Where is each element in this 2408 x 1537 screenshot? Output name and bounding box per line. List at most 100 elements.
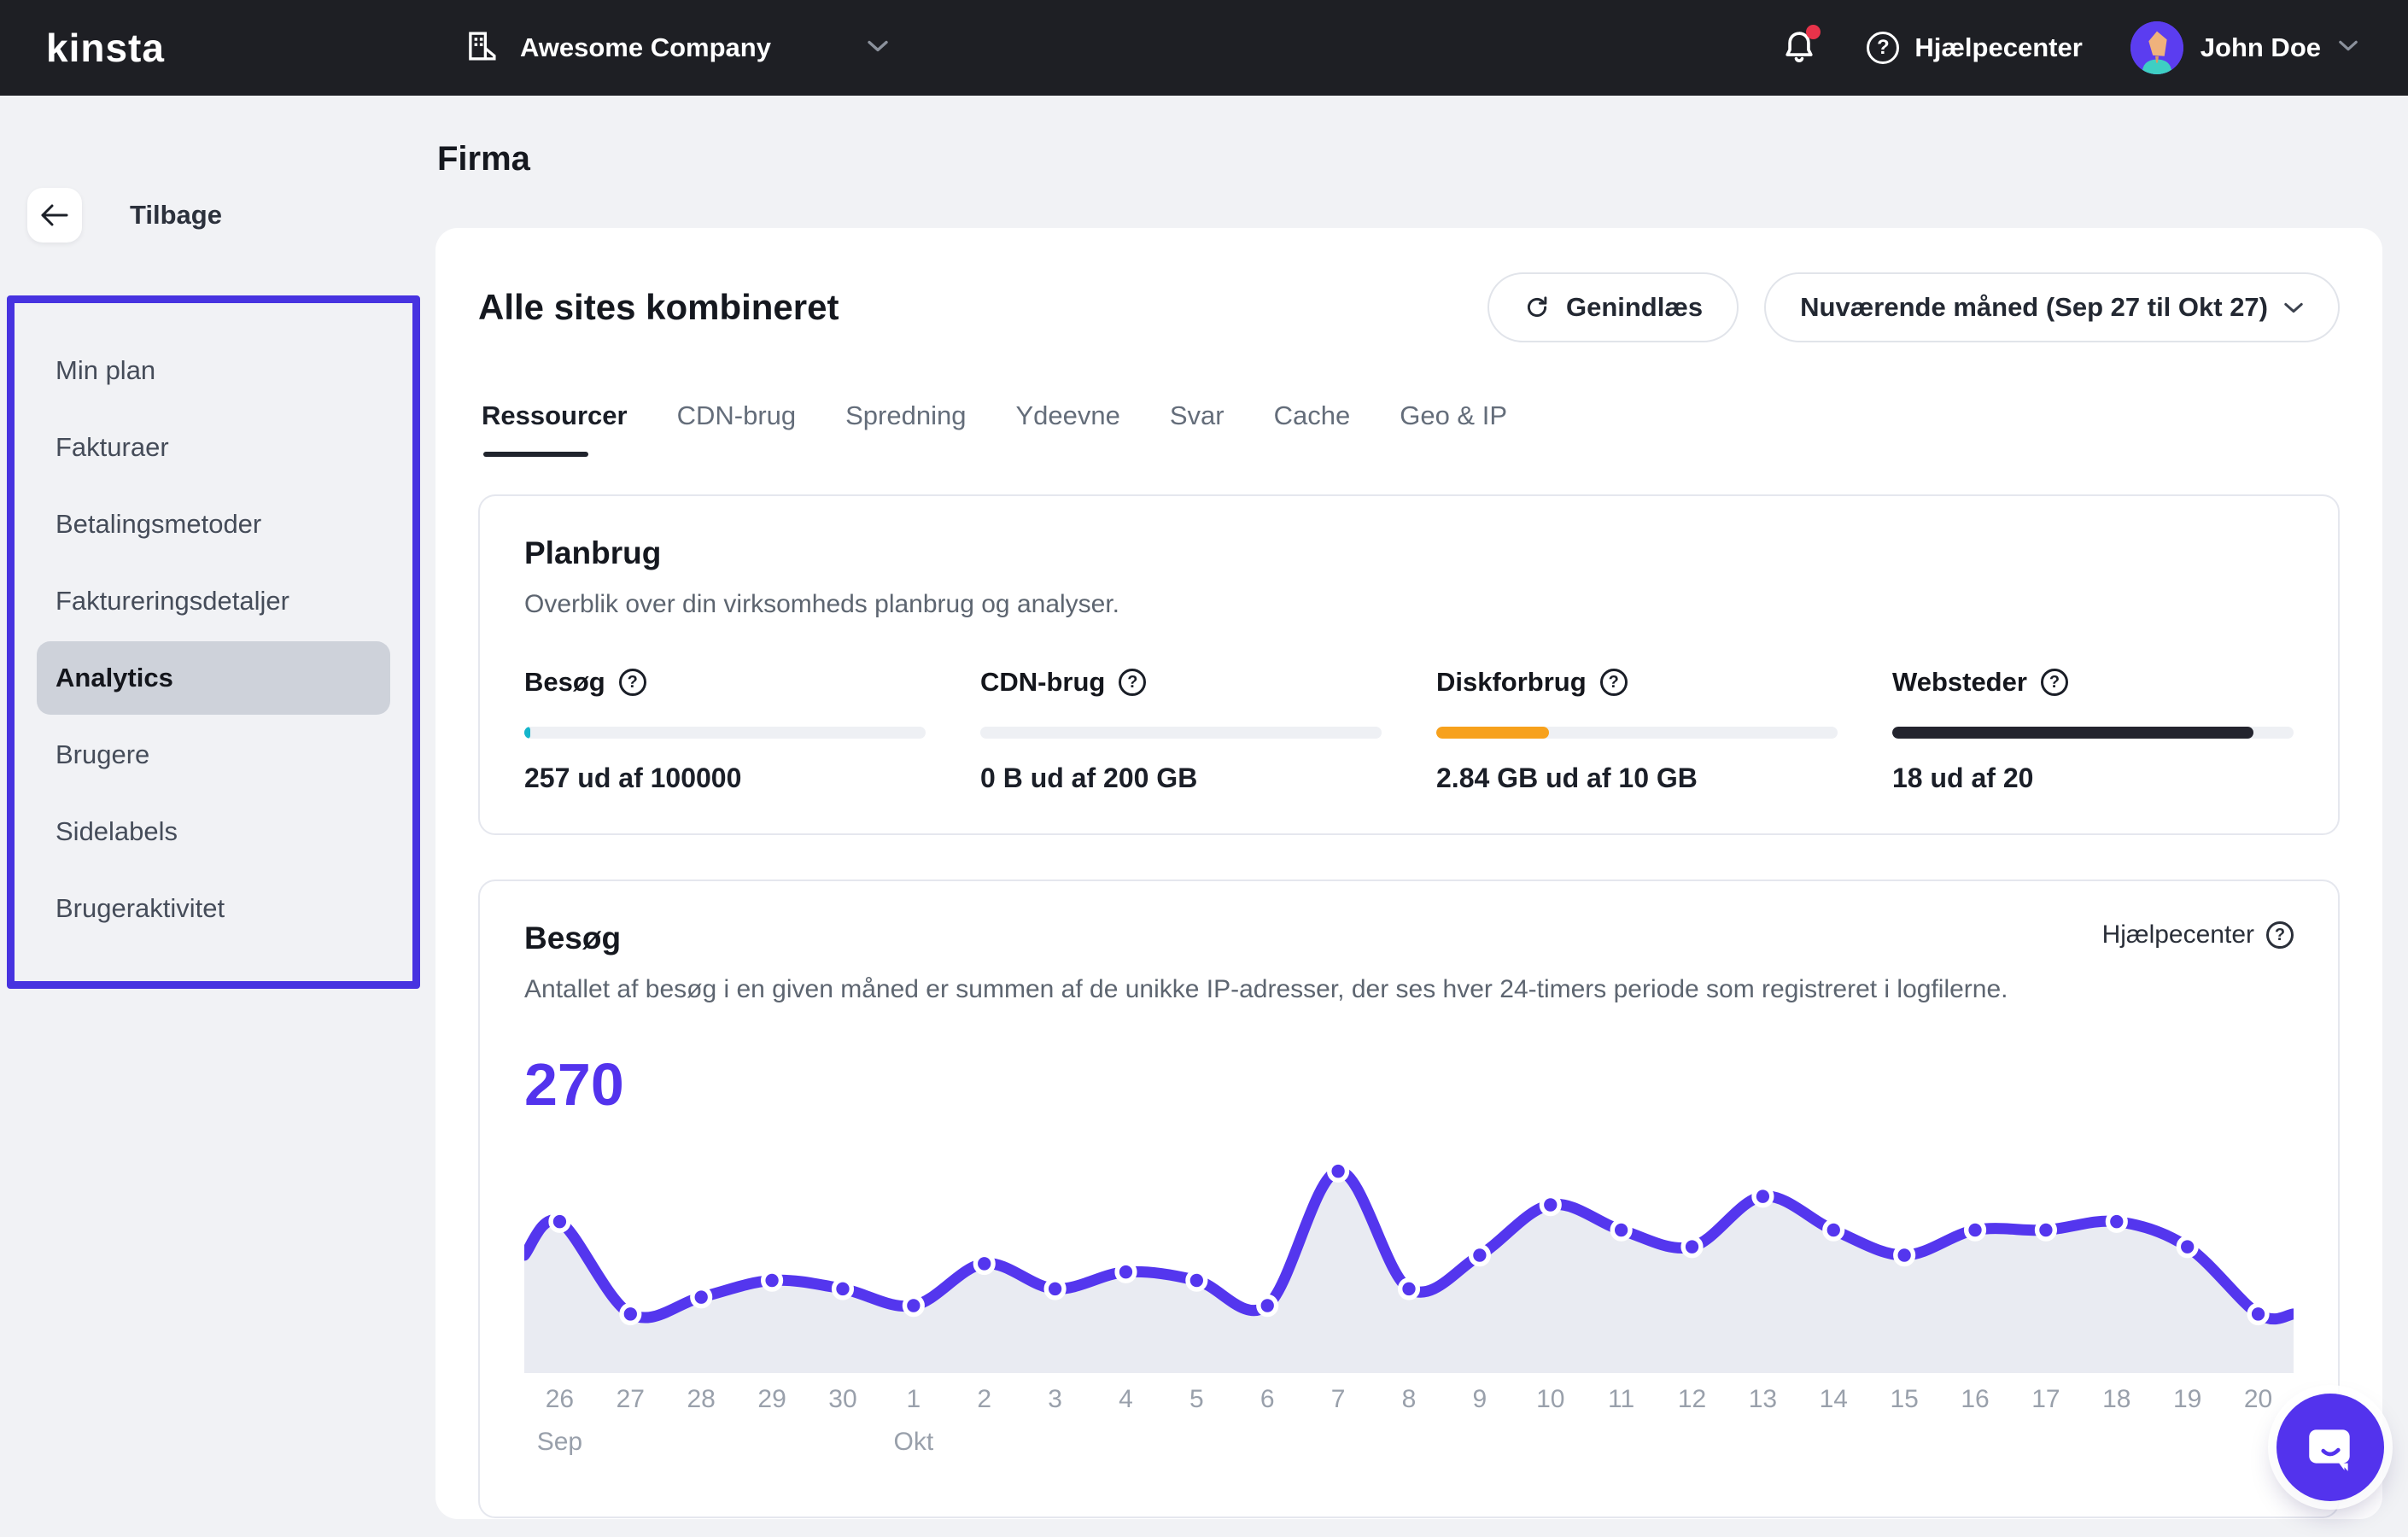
help-center-label: Hjælpecenter (1914, 32, 2083, 62)
visits-line-chart: 26 27 28 29 30 1 2 3 4 5 6 7 8 9 10 11 12 13 14 15 16 17 18 19 2… (524, 1141, 2294, 1474)
sidebar-item-brugere[interactable]: Brugere (15, 716, 412, 793)
tab-ressourcer[interactable]: Ressourcer (482, 400, 628, 457)
x-tick-label: 19 (2172, 1385, 2202, 1413)
x-tick-label: 9 (1472, 1385, 1487, 1413)
plan-usage-metrics: Besøg ? 257 ud af 100000 CDN-brug ? 0 B … (524, 667, 2294, 794)
x-tick-label: 28 (687, 1385, 716, 1413)
x-tick-label: 17 (2031, 1385, 2060, 1413)
x-tick-label: 14 (1819, 1385, 1848, 1413)
refresh-icon (1527, 296, 1547, 318)
question-circle-icon: ? (1867, 32, 1900, 64)
sidebar-item-analytics[interactable]: Analytics (15, 640, 412, 716)
arrow-left-icon (41, 204, 68, 226)
x-tick-label: 11 (1608, 1385, 1635, 1413)
sidebar-item-sidelabels[interactable]: Sidelabels (15, 793, 412, 870)
user-menu[interactable]: John Doe (2130, 21, 2358, 74)
kinsta-logo[interactable]: Kinsta (46, 25, 165, 71)
topbar: Kinsta Awesome Company ? (0, 0, 2408, 96)
sidebar: Tilbage Min plan Fakturaer Betalingsmetode… (0, 96, 435, 1537)
visits-subtitle: Antallet af besøg i en given måned er su… (524, 975, 2008, 1003)
x-tick-label: 2 (977, 1385, 992, 1413)
chevron-down-icon (867, 39, 889, 57)
tab-ydeevne[interactable]: Ydeevne (1015, 400, 1119, 457)
help-center-button[interactable]: ? Hjælpecenter (1867, 32, 2083, 64)
sidebar-item-min-plan[interactable]: Min plan (15, 332, 412, 409)
question-circle-icon[interactable]: ? (1599, 669, 1628, 696)
plan-usage-subtitle: Overblik over din virksomheds planbrug o… (524, 590, 1120, 618)
main-content: Firma Alle sites kombineret Genindlæs Nu… (435, 96, 2408, 1537)
x-tick-label: 15 (1890, 1385, 1919, 1413)
period-label: Nuværende måned (Sep 27 til Okt 27) (1800, 292, 2268, 322)
x-tick-label: 12 (1677, 1385, 1707, 1413)
tab-geo-ip[interactable]: Geo & IP (1400, 400, 1507, 457)
question-circle-icon[interactable]: ? (1119, 669, 1147, 696)
metric-diskforbrug: Diskforbrug ? 2.84 GB ud af 10 GB (1436, 667, 1838, 794)
tab-cache[interactable]: Cache (1274, 400, 1351, 457)
reload-label: Genindlæs (1565, 292, 1704, 322)
chat-launcher-button[interactable] (2276, 1394, 2384, 1501)
billing-nav: Min plan Fakturaer Betalingsmetoder Fakture… (7, 295, 420, 989)
progress-track (524, 727, 926, 739)
x-tick-label: 4 (1119, 1385, 1133, 1413)
plan-usage-card: Planbrug Overblik over din virksomheds p… (478, 494, 2340, 835)
x-tick-label: 3 (1048, 1385, 1062, 1413)
sidebar-item-betalingsmetoder[interactable]: Betalingsmetoder (15, 486, 412, 563)
question-circle-icon: ? (2266, 921, 2294, 949)
page-title: Firma (437, 140, 530, 178)
x-tick-label: 27 (616, 1385, 645, 1413)
sidebar-item-fakturaer[interactable]: Fakturaer (15, 409, 412, 486)
company-name: Awesome Company (519, 32, 771, 62)
x-tick-label: 6 (1260, 1385, 1275, 1413)
x-tick-label: 20 (2243, 1385, 2273, 1413)
x-tick-label: 16 (1961, 1385, 1990, 1413)
visits-total: 270 (524, 1051, 624, 1118)
chat-bubble-icon (2309, 1429, 2350, 1471)
x-tick-label: 30 (828, 1385, 857, 1413)
x-month-label: Sep (536, 1428, 583, 1456)
visits-title: Besøg (524, 920, 622, 956)
progress-track (980, 727, 1382, 739)
progress-track (1892, 727, 2294, 739)
sidebar-item-brugeraktivitet[interactable]: Brugeraktivitet (15, 870, 412, 947)
metric-cdn-brug: CDN-brug ? 0 B ud af 200 GB (980, 667, 1382, 794)
x-tick-label: 26 (545, 1385, 575, 1413)
tab-cdn-brug[interactable]: CDN-brug (677, 400, 797, 457)
x-tick-label: 5 (1189, 1385, 1204, 1413)
sidebar-item-faktureringsdetaljer[interactable]: Faktureringsdetaljer (15, 563, 412, 640)
metric-websteder: Websteder ? 18 ud af 20 (1892, 667, 2294, 794)
chart-x-axis: 26 27 28 29 30 1 2 3 4 5 6 7 8 9 10 11 12 13 14 15 16 17 18 19 2… (524, 1385, 2294, 1474)
reload-button[interactable]: Genindlæs (1487, 272, 1739, 342)
x-tick-label: 1 (906, 1385, 921, 1413)
progress-fill (1436, 727, 1549, 739)
x-tick-label: 10 (1536, 1385, 1565, 1413)
chevron-down-icon (2338, 39, 2358, 56)
visits-help-label: Hjælpecenter (2101, 920, 2254, 949)
company-analytics-card: Alle sites kombineret Genindlæs Nuværend… (435, 228, 2382, 1519)
chart-area-fill (524, 1171, 2294, 1373)
x-tick-label: 8 (1401, 1385, 1417, 1413)
chevron-down-icon (2284, 302, 2303, 313)
notifications-button[interactable] (1780, 25, 1821, 67)
visits-card: Besøg Hjælpecenter ? Antallet af besøg i… (478, 880, 2340, 1518)
x-tick-label: 13 (1748, 1385, 1778, 1413)
progress-fill (1892, 727, 2253, 739)
tab-spredning[interactable]: Spredning (845, 400, 966, 457)
panel-title: Alle sites kombineret (478, 287, 839, 327)
x-month-label: Okt (893, 1428, 934, 1456)
question-circle-icon[interactable]: ? (618, 669, 646, 696)
back-label: Tilbage (130, 200, 222, 230)
x-tick-label: 18 (2102, 1385, 2131, 1413)
back-button[interactable] (27, 188, 82, 243)
x-tick-label: 29 (757, 1385, 786, 1413)
analytics-tabs: Ressourcer CDN-brug Spredning Ydeevne Svar Ca… (478, 400, 2340, 457)
question-circle-icon[interactable]: ? (2040, 669, 2068, 696)
progress-fill (524, 727, 530, 739)
tab-svar[interactable]: Svar (1170, 400, 1224, 457)
progress-track (1436, 727, 1838, 739)
building-icon (464, 28, 500, 68)
user-name: John Doe (2200, 32, 2321, 62)
period-selector[interactable]: Nuværende måned (Sep 27 til Okt 27) (1764, 272, 2340, 342)
avatar (2130, 21, 2183, 74)
visits-help-link[interactable]: Hjælpecenter ? (2102, 920, 2294, 950)
company-selector[interactable]: Awesome Company (464, 28, 889, 68)
